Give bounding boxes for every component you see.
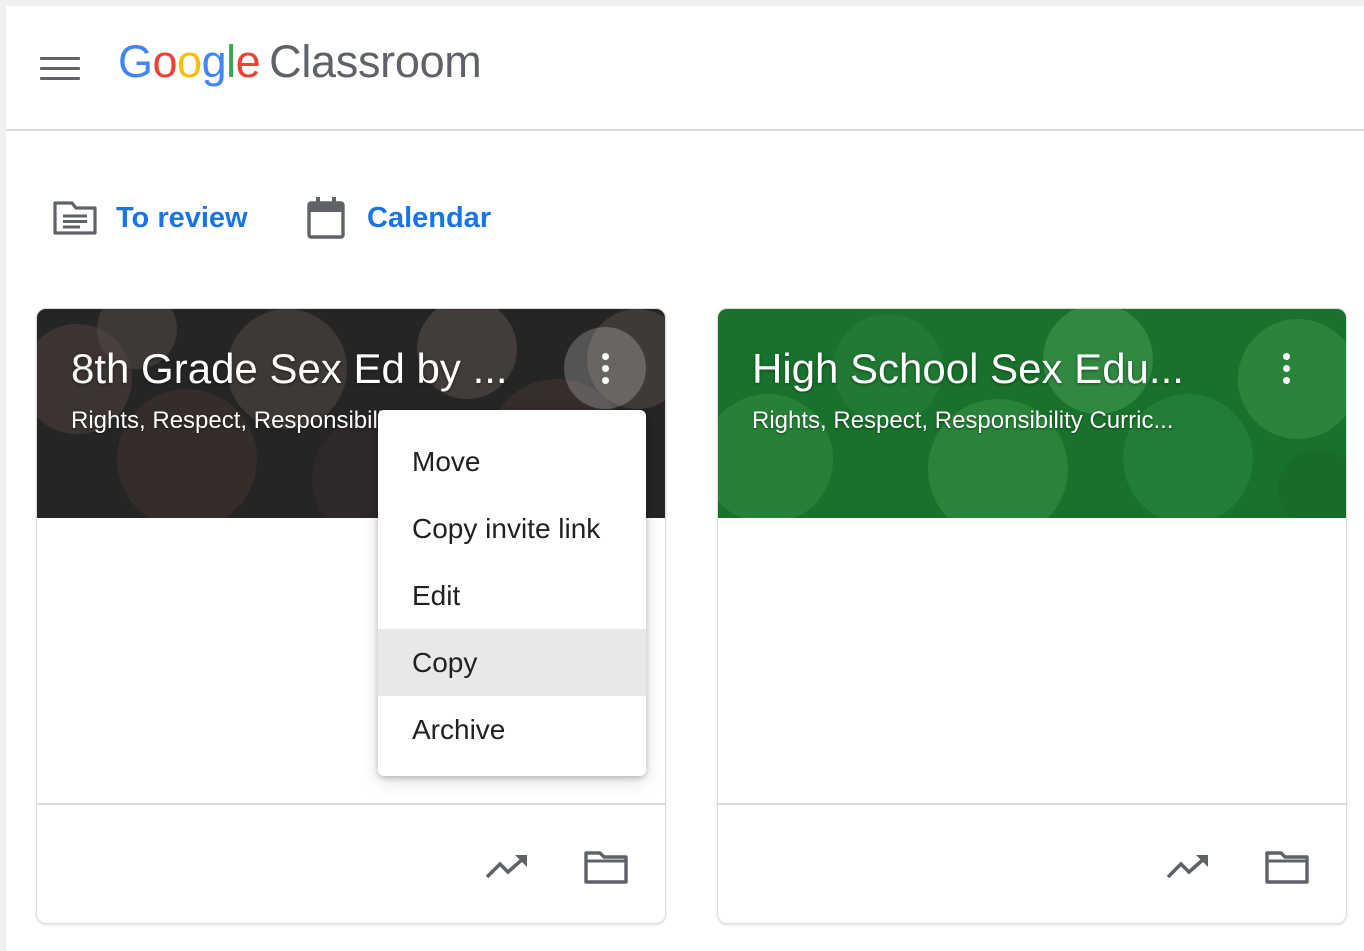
menu-item-move[interactable]: Move <box>378 428 646 495</box>
menu-item-copy[interactable]: Copy <box>378 629 646 696</box>
product-name: Classroom <box>269 36 482 87</box>
logo-letter: g <box>201 36 227 87</box>
to-review-link[interactable]: To review <box>52 194 248 242</box>
menu-item-edit[interactable]: Edit <box>378 562 646 629</box>
logo-letter: l <box>226 36 236 87</box>
calendar-label: Calendar <box>367 201 492 234</box>
logo-letter: o <box>177 36 202 87</box>
calendar-icon <box>303 195 349 241</box>
class-section: Rights, Respect, Responsibility Curric..… <box>752 407 1174 434</box>
more-vert-icon[interactable] <box>1245 327 1327 409</box>
calendar-link[interactable]: Calendar <box>303 194 491 242</box>
trending-up-icon[interactable] <box>483 843 531 891</box>
hamburger-menu-icon[interactable] <box>34 46 86 90</box>
trending-up-icon[interactable] <box>1164 843 1212 891</box>
menu-item-archive[interactable]: Archive <box>378 696 646 763</box>
menu-item-copy-invite-link[interactable]: Copy invite link <box>378 495 646 562</box>
folder-icon[interactable] <box>1263 843 1311 891</box>
class-title[interactable]: High School Sex Edu... <box>752 345 1222 393</box>
google-wordmark: Google <box>118 36 261 88</box>
class-banner: High School Sex Edu... Rights, Respect, … <box>718 309 1346 518</box>
class-card-footer <box>37 803 665 923</box>
top-app-bar: Google Classroom <box>6 6 1364 131</box>
class-card[interactable]: High School Sex Edu... Rights, Respect, … <box>717 308 1347 924</box>
folder-icon[interactable] <box>582 843 630 891</box>
logo-letter: o <box>152 36 178 87</box>
logo-letter: e <box>235 36 261 87</box>
logo-letter: G <box>118 36 153 87</box>
google-classroom-logo[interactable]: Google Classroom <box>118 36 482 96</box>
more-vert-icon[interactable] <box>564 327 646 409</box>
class-card-footer <box>718 803 1346 923</box>
class-options-menu: Move Copy invite link Edit Copy Archive <box>378 410 646 776</box>
classroom-app: Google Classroom To review Calendar 8th … <box>6 6 1364 951</box>
class-title[interactable]: 8th Grade Sex Ed by ... <box>71 345 541 393</box>
assignment-icon <box>52 195 98 241</box>
to-review-label: To review <box>116 201 248 234</box>
